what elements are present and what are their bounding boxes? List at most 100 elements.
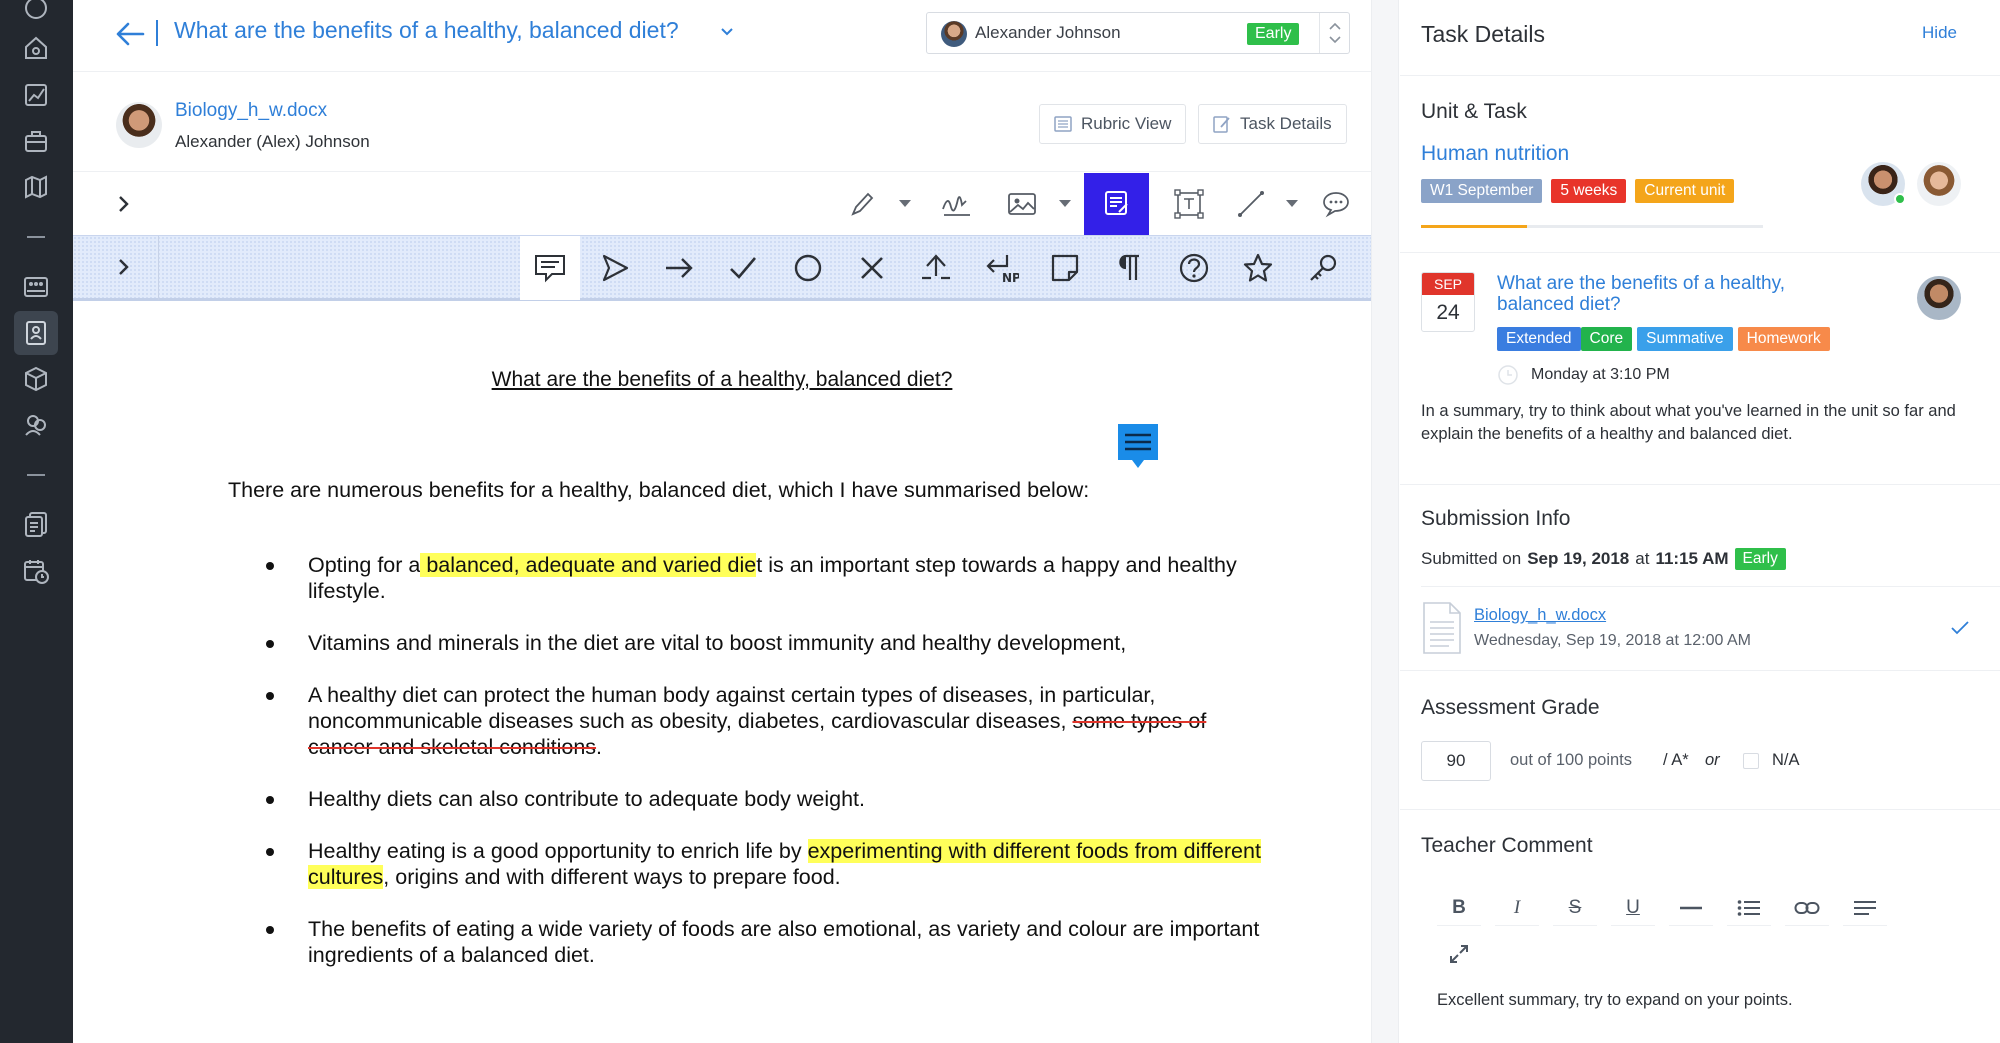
signature-tool-icon[interactable] (931, 173, 983, 235)
map-icon[interactable] (14, 165, 58, 209)
text-run: The benefits of eating a wide variety of… (308, 917, 1260, 967)
status-badge: Early (1247, 23, 1300, 45)
comment-bubble-icon[interactable] (1311, 173, 1361, 235)
teacher-comment-heading: Teacher Comment (1421, 834, 1593, 857)
text-run: , origins and with different ways to pre… (383, 865, 841, 889)
play-arrow-icon[interactable] (585, 236, 645, 300)
chevron-down-icon[interactable] (1286, 200, 1298, 207)
bold-icon[interactable]: B (1437, 890, 1481, 926)
task-details-panel: Task Details Hide Unit & Task Human nutr… (1400, 0, 2000, 1043)
avatar[interactable] (1917, 276, 1961, 320)
student-stepper[interactable] (1319, 13, 1349, 53)
comment-stamp-icon[interactable] (520, 236, 580, 300)
student-full-name: Alexander (Alex) Johnson (175, 132, 370, 151)
underline-icon[interactable]: U (1611, 890, 1655, 926)
core-tag: Core (1580, 327, 1633, 351)
week-tag: W1 September (1421, 179, 1543, 203)
grade-or: or (1705, 751, 1720, 769)
list-item: A healthy diet can protect the human bod… (228, 682, 1268, 760)
due-time-text: Monday at 3:10 PM (1531, 366, 1670, 383)
chevron-down-icon[interactable] (719, 26, 735, 38)
italic-icon[interactable]: I (1495, 890, 1539, 926)
avatar (941, 21, 967, 47)
highlighted-text[interactable]: balanced, adequate and varied die (420, 553, 757, 577)
submission-file-row (1421, 586, 2000, 671)
file-link[interactable]: Biology_h_w.docx (175, 100, 327, 122)
strikethrough-icon[interactable]: S (1553, 890, 1597, 926)
pilcrow-icon[interactable] (1099, 236, 1159, 300)
na-checkbox[interactable] (1743, 753, 1759, 769)
text-run: Healthy diets can also contribute to ade… (308, 787, 865, 811)
avatar[interactable] (1917, 162, 1961, 206)
text-run: . (596, 735, 603, 759)
unit-heading: Unit & Task (1421, 100, 1527, 123)
benefits-list: Opting for a balanced, adequate and vari… (228, 552, 1268, 994)
avatar[interactable] (1861, 162, 1906, 206)
date-month: SEP (1422, 273, 1474, 295)
text-run: Opting for a (308, 553, 421, 577)
question-icon[interactable] (1164, 236, 1224, 300)
text-box-tool-icon[interactable] (1161, 173, 1217, 235)
current-unit-tag: Current unit (1635, 179, 1735, 203)
unit-progress-bar (1421, 225, 1763, 228)
arrow-right-icon[interactable] (649, 236, 709, 300)
checkmark-icon[interactable] (713, 236, 773, 300)
submitted-date: Sep 19, 2018 (1527, 549, 1630, 568)
line-tool-icon[interactable] (1225, 173, 1277, 235)
bullet-list-icon[interactable] (1727, 890, 1771, 926)
image-tool-icon[interactable] (997, 173, 1047, 235)
task-link[interactable]: What are the benefits of a healthy, bala… (1497, 273, 1837, 315)
hide-panel-link[interactable]: Hide (1922, 23, 1957, 43)
date-day: 24 (1436, 301, 1460, 324)
chevron-right-icon[interactable] (116, 256, 132, 278)
pen-tool-icon[interactable] (839, 173, 887, 235)
briefcase-icon[interactable] (14, 119, 58, 163)
circle-icon[interactable] (778, 236, 838, 300)
chevron-down-icon[interactable] (899, 200, 911, 207)
back-arrow-icon[interactable] (113, 19, 147, 49)
grade-input[interactable]: 90 (1421, 741, 1491, 781)
cross-icon[interactable] (842, 236, 902, 300)
key-icon[interactable] (1293, 236, 1353, 300)
link-icon[interactable] (1785, 890, 1829, 926)
align-icon[interactable] (1843, 890, 1887, 926)
document-heading: What are the benefits of a healthy, bala… (491, 368, 953, 391)
assessment-icon[interactable] (14, 311, 58, 355)
analytics-icon[interactable] (14, 73, 58, 117)
cube-icon[interactable] (14, 357, 58, 401)
classes-icon[interactable] (14, 264, 58, 308)
comment-pin-icon[interactable] (1116, 422, 1160, 474)
avatar (116, 102, 162, 148)
list-item: The benefits of eating a wide variety of… (228, 916, 1268, 968)
submitted-file-link[interactable]: Biology_h_w.docx (1474, 606, 1606, 625)
text-run: A healthy diet can protect the human bod… (308, 683, 1156, 733)
student-selector[interactable]: Alexander Johnson Early (926, 12, 1350, 54)
due-date-badge: SEP 24 (1421, 272, 1475, 332)
teacher-comment-text[interactable]: Excellent summary, try to expand on your… (1437, 991, 1793, 1010)
summative-tag: Summative (1637, 327, 1733, 351)
submitted-info: Submitted on Sep 19, 2018 at 11:15 AM Ea… (1421, 548, 1786, 570)
panel-divider (1371, 0, 1399, 1043)
due-time: Monday at 3:10 PM (1497, 364, 1670, 386)
submitted-file-date: Wednesday, Sep 19, 2018 at 12:00 AM (1474, 632, 1751, 649)
text-run: Healthy eating is a good opportunity to … (308, 839, 808, 863)
sticky-note-icon[interactable] (1035, 236, 1095, 300)
home-icon[interactable] (14, 26, 58, 70)
new-paragraph-icon[interactable]: NP (971, 236, 1031, 300)
unit-link[interactable]: Human nutrition (1421, 142, 1569, 166)
horizontal-rule-icon[interactable] (1669, 890, 1713, 926)
student-name: Alexander Johnson (975, 23, 1121, 42)
reports-icon[interactable] (14, 502, 58, 546)
insert-caret-icon[interactable] (906, 236, 966, 300)
expand-icon[interactable] (1437, 936, 1481, 972)
task-details-button[interactable]: Task Details (1198, 104, 1347, 144)
chevron-down-icon[interactable] (1059, 200, 1071, 207)
star-icon[interactable] (1228, 236, 1288, 300)
community-icon[interactable] (14, 403, 58, 447)
submitted-at: at (1635, 549, 1650, 568)
chevron-right-icon[interactable] (116, 193, 132, 215)
task-title-dropdown[interactable]: What are the benefits of a healthy, bala… (174, 17, 679, 44)
calendar-clock-icon[interactable] (14, 549, 58, 593)
rubric-view-button[interactable]: Rubric View (1039, 104, 1187, 144)
markup-tool-icon[interactable] (1084, 173, 1149, 235)
